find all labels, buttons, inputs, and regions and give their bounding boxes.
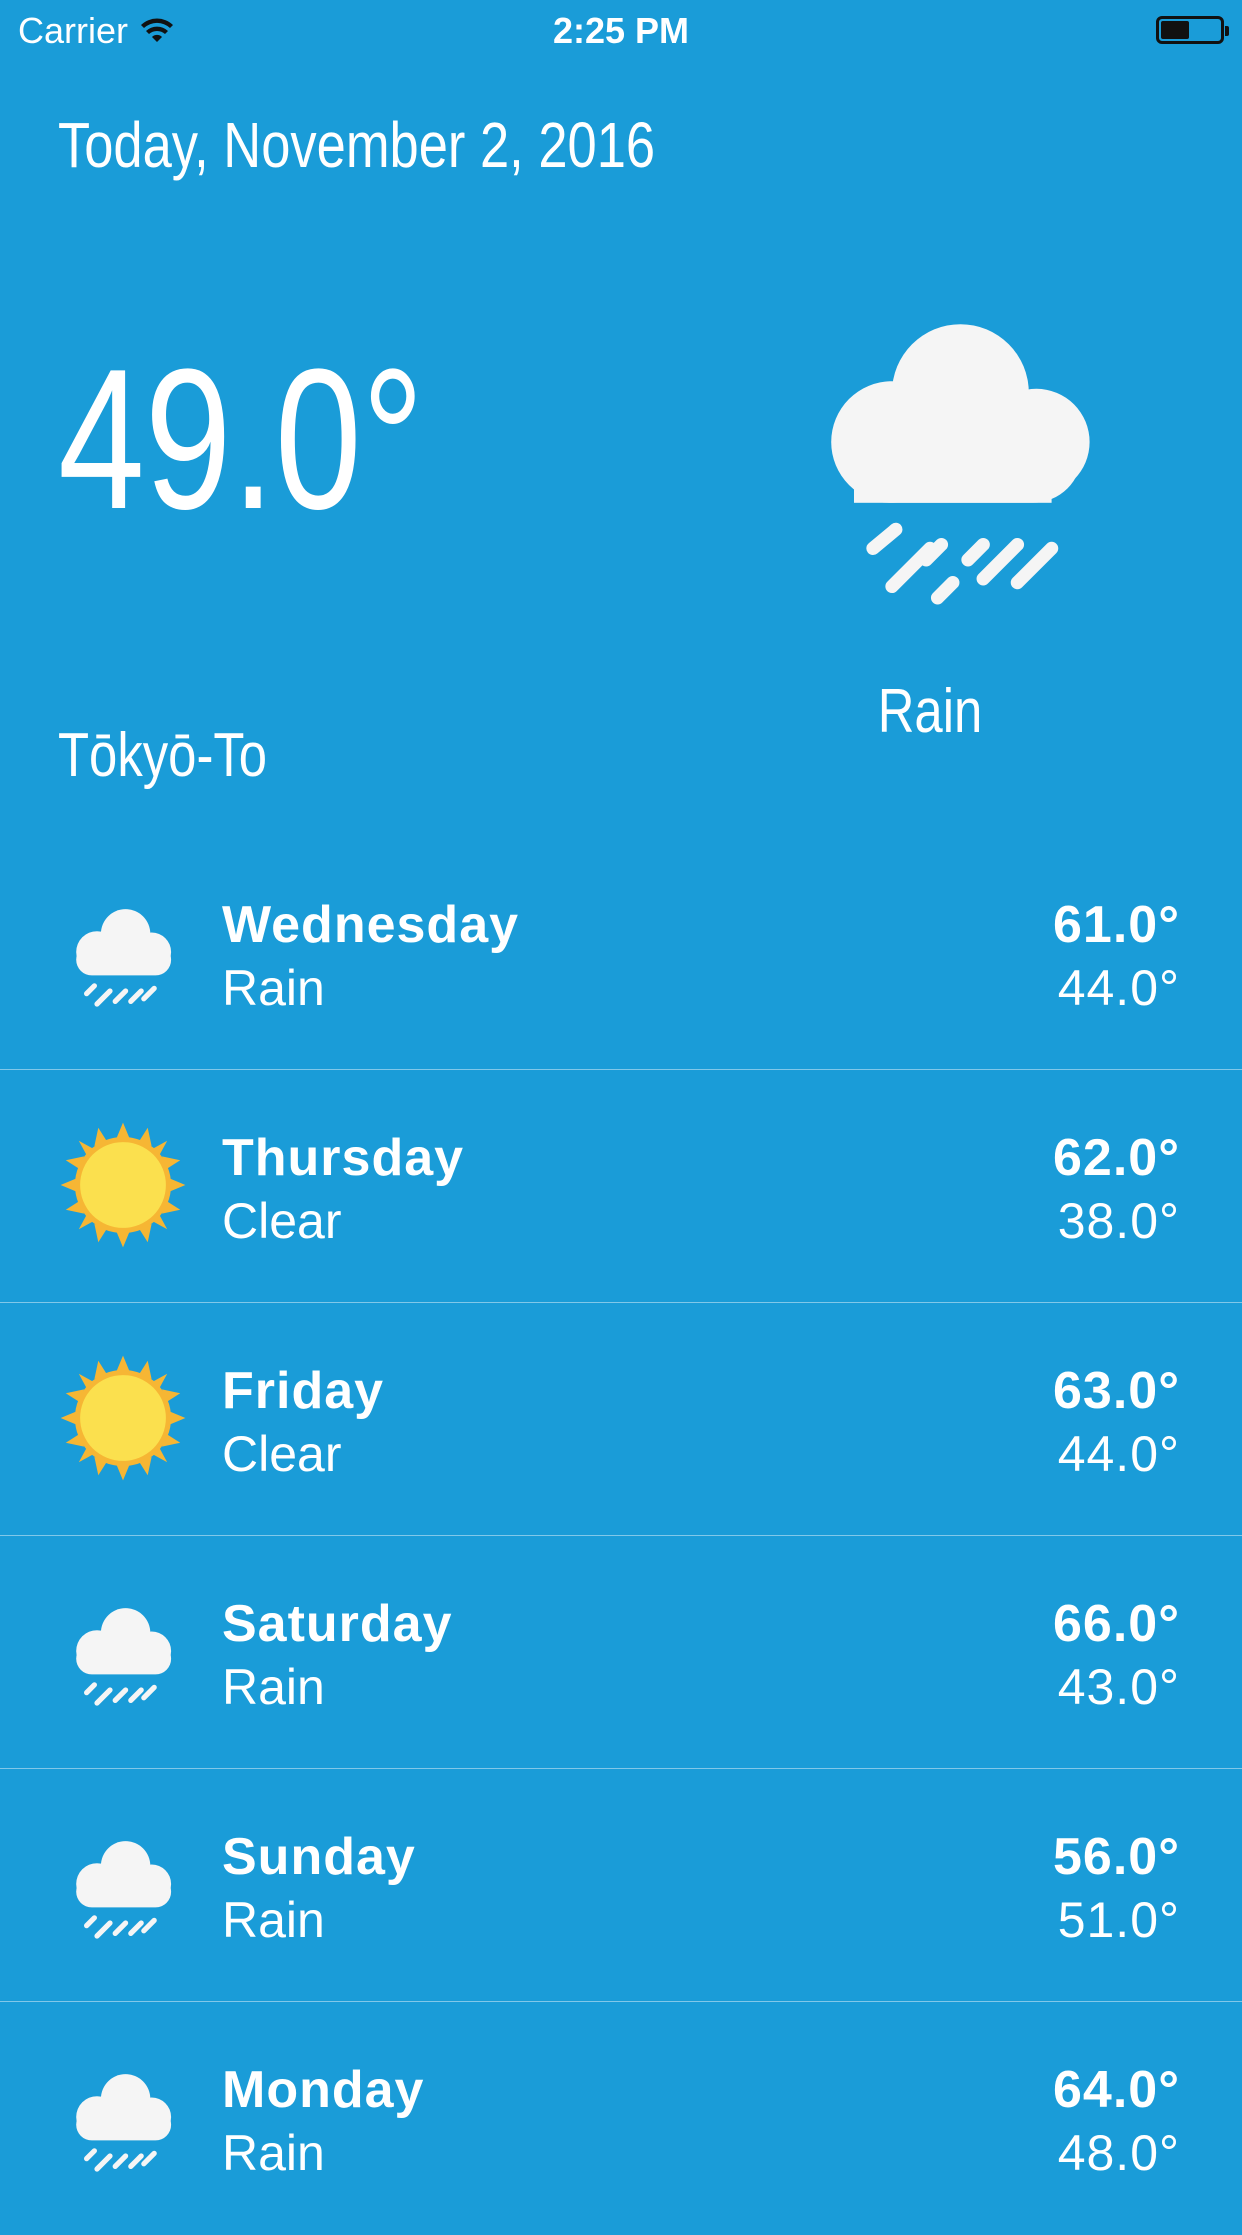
forecast-low: 44.0° [1057, 960, 1180, 1016]
forecast-high: 66.0° [1052, 1595, 1180, 1653]
forecast-high: 61.0° [1052, 896, 1180, 954]
status-time: 2:25 PM [552, 10, 690, 51]
forecast-high: 56.0° [1052, 1828, 1180, 1886]
forecast-high: 62.0° [1052, 1129, 1180, 1187]
forecast-condition: Rain [222, 1659, 325, 1715]
location-name: Tōkyō-To [58, 721, 268, 790]
forecast-condition: Rain [222, 1892, 325, 1948]
forecast-low: 48.0° [1057, 2125, 1180, 2181]
rain-cloud-icon [76, 909, 172, 1007]
forecast-high: 64.0° [1052, 2061, 1180, 2119]
rain-cloud-icon [76, 1841, 172, 1939]
forecast-condition: Rain [222, 2125, 325, 2181]
forecast-row[interactable]: Saturday Rain 66.0° 43.0° [0, 1536, 1242, 1769]
forecast-condition: Clear [222, 1193, 342, 1249]
forecast-low: 44.0° [1057, 1426, 1180, 1482]
sun-icon [60, 1122, 186, 1248]
current-condition: Rain [877, 677, 983, 746]
forecast-low: 51.0° [1057, 1892, 1180, 1948]
current-temperature: 49.0° [58, 328, 425, 551]
forecast-row[interactable]: Thursday Clear 62.0° 38.0° [0, 1070, 1242, 1303]
forecast-low: 43.0° [1057, 1659, 1180, 1715]
current-date: Today, November 2, 2016 [58, 109, 656, 181]
forecast-high: 63.0° [1052, 1362, 1180, 1420]
rain-cloud-icon [76, 2074, 172, 2172]
forecast-row[interactable]: Friday Clear 63.0° 44.0° [0, 1303, 1242, 1536]
forecast-row[interactable]: Wednesday Rain 61.0° 44.0° [0, 837, 1242, 1070]
rain-cloud-icon [831, 324, 1090, 605]
forecast-condition: Clear [222, 1426, 342, 1482]
forecast-day: Monday [222, 2061, 425, 2119]
forecast-day: Saturday [222, 1595, 453, 1653]
forecast-day: Sunday [222, 1828, 416, 1886]
status-bar: Carrier 2:25 PM [0, 0, 1242, 60]
forecast-row[interactable]: Monday Rain 64.0° 48.0° [0, 2002, 1242, 2235]
forecast-condition: Rain [222, 960, 325, 1016]
forecast-day: Friday [222, 1362, 385, 1420]
sun-icon [60, 1355, 186, 1481]
forecast-day: Thursday [222, 1129, 465, 1187]
forecast-row[interactable]: Sunday Rain 56.0° 51.0° [0, 1769, 1242, 2002]
forecast-day: Wednesday [222, 896, 520, 954]
rain-cloud-icon [76, 1608, 172, 1706]
forecast-low: 38.0° [1057, 1193, 1180, 1249]
battery-level [1161, 21, 1189, 39]
forecast-list: Wednesday Rain 61.0° 44.0° Thursday Clea… [0, 837, 1242, 2235]
battery-icon [1156, 16, 1229, 44]
